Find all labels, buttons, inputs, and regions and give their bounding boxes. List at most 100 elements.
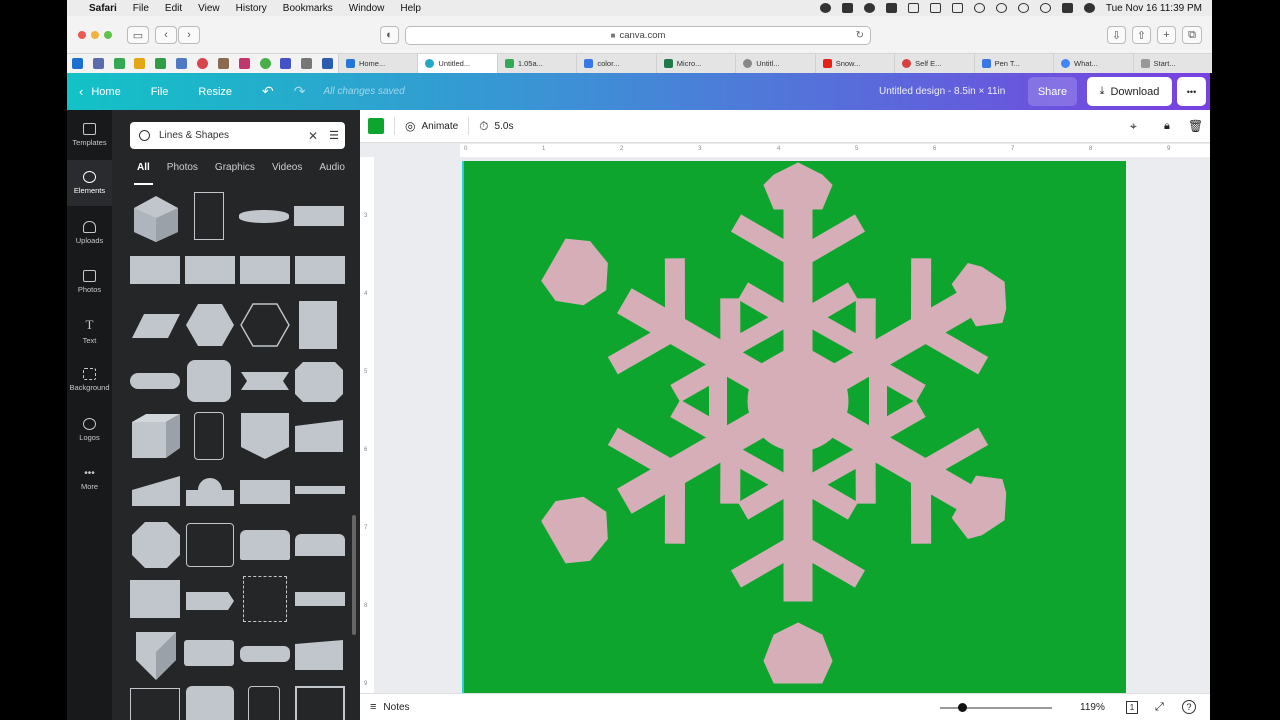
pinned-tab-classroom[interactable] xyxy=(130,54,151,73)
bluetooth-icon[interactable] xyxy=(929,3,941,13)
shape-octagon[interactable] xyxy=(130,520,182,570)
help-icon[interactable]: ? xyxy=(1182,700,1196,714)
redo-icon[interactable]: ↷ xyxy=(294,83,306,100)
download-button[interactable]: ⤓ Download xyxy=(1087,77,1172,106)
design-canvas[interactable] xyxy=(462,161,1126,693)
notes-button[interactable]: Notes xyxy=(383,702,409,713)
page-count-icon[interactable]: 1 xyxy=(1126,700,1138,714)
shape-hexagon-outline[interactable] xyxy=(239,302,291,348)
pinned-tab-link[interactable] xyxy=(296,54,317,73)
sidebar-toggle-button[interactable]: ▭ xyxy=(127,26,149,44)
siri-icon[interactable] xyxy=(1083,3,1095,13)
wifi-icon[interactable] xyxy=(973,3,985,13)
shape-corner-frame[interactable] xyxy=(295,686,345,720)
rail-item-logos[interactable]: Logos xyxy=(67,407,112,453)
shape-panel[interactable] xyxy=(240,480,290,504)
menu-history[interactable]: History xyxy=(236,3,267,14)
shape-frame-outline[interactable] xyxy=(186,523,234,567)
tab-home[interactable]: Home... xyxy=(337,54,418,73)
fullscreen-icon[interactable]: ⤢ xyxy=(1155,701,1164,714)
tab-graphics[interactable]: Graphics xyxy=(215,162,255,173)
new-tab-button[interactable]: + xyxy=(1157,26,1176,44)
shape-cube[interactable] xyxy=(130,194,182,244)
pinned-tab-drive[interactable] xyxy=(109,54,130,73)
close-window-button[interactable] xyxy=(78,31,86,39)
home-button[interactable]: Home xyxy=(91,86,120,98)
shape-dashed-frame[interactable] xyxy=(243,576,287,622)
camera-icon[interactable] xyxy=(841,3,853,13)
gmail-icon[interactable] xyxy=(885,3,897,13)
shape-pill-callout[interactable] xyxy=(240,646,290,662)
shape-callout-rect-2[interactable] xyxy=(240,256,290,284)
minimize-window-button[interactable] xyxy=(91,31,99,39)
color-swatch[interactable] xyxy=(368,118,384,134)
shape-callout-rect-3[interactable] xyxy=(295,256,345,284)
rail-item-more[interactable]: ••• More xyxy=(67,456,112,502)
share-button[interactable]: Share xyxy=(1028,77,1077,106)
share-page-button[interactable]: ⇧ xyxy=(1132,26,1151,44)
shape-hexagon[interactable] xyxy=(184,302,236,348)
paint-roller-icon[interactable]: ⌖ xyxy=(1130,119,1137,134)
volume-icon[interactable] xyxy=(907,3,919,13)
shape-octagon-wide[interactable] xyxy=(293,360,345,404)
zoom-slider[interactable] xyxy=(940,707,1052,709)
tab-audio[interactable]: Audio xyxy=(319,162,345,173)
duration-button[interactable]: ⏱ 5.0s xyxy=(479,119,513,134)
menu-edit[interactable]: Edit xyxy=(165,3,182,14)
menu-window[interactable]: Window xyxy=(349,3,385,14)
forward-button[interactable]: › xyxy=(178,26,200,44)
tab-105a[interactable]: 1.05a... xyxy=(496,54,577,73)
pinned-tab-drive-2[interactable] xyxy=(150,54,171,73)
shape-wavy-rect[interactable] xyxy=(130,580,180,618)
tab-start[interactable]: Start... xyxy=(1132,54,1212,73)
shape-ticket[interactable] xyxy=(186,686,234,720)
shape-speech-rect[interactable] xyxy=(184,640,234,666)
downloads-button[interactable]: ⇩ xyxy=(1107,26,1126,44)
spotlight-icon[interactable] xyxy=(1039,3,1051,13)
tab-videos[interactable]: Videos xyxy=(272,162,302,173)
menu-file[interactable]: File xyxy=(133,3,149,14)
search-input[interactable]: Lines & Shapes xyxy=(159,130,303,141)
tab-snow[interactable]: Snow... xyxy=(814,54,895,73)
shape-ramp[interactable] xyxy=(130,474,182,508)
tab-what[interactable]: What... xyxy=(1053,54,1133,73)
menu-bookmarks[interactable]: Bookmarks xyxy=(283,3,333,14)
tab-pen[interactable]: Pen T... xyxy=(973,54,1054,73)
shape-trapezoid[interactable] xyxy=(293,418,345,454)
zoom-level[interactable]: 119% xyxy=(1080,702,1105,713)
rail-item-text[interactable]: T Text xyxy=(67,308,112,354)
shape-tall-outline[interactable] xyxy=(194,412,224,460)
tab-photos[interactable]: Photos xyxy=(167,162,198,173)
user-icon[interactable] xyxy=(995,3,1007,13)
shape-gem[interactable] xyxy=(130,630,182,682)
record-icon[interactable] xyxy=(819,3,831,13)
shape-cylinder[interactable] xyxy=(130,373,180,389)
elements-search[interactable]: Lines & Shapes ✕ ☰ xyxy=(130,122,345,149)
shape-slab[interactable] xyxy=(294,206,344,226)
tab-all[interactable]: All xyxy=(134,162,153,185)
notes-icon[interactable]: ≡ xyxy=(370,701,376,713)
zoom-slider-handle[interactable] xyxy=(958,703,968,712)
design-title[interactable]: Untitled design - 8.5in × 11in xyxy=(879,86,1005,97)
snowflake-graphic[interactable] xyxy=(464,161,1126,693)
shape-parallelogram[interactable] xyxy=(130,312,182,340)
pinned-tab-bars[interactable] xyxy=(317,54,338,73)
clear-search-icon[interactable]: ✕ xyxy=(303,129,323,143)
tab-color[interactable]: color... xyxy=(576,54,656,73)
rail-item-background[interactable]: Background xyxy=(67,357,112,403)
shape-tall-frame[interactable] xyxy=(194,192,224,240)
rail-item-templates[interactable]: Templates xyxy=(67,112,112,158)
shape-rounded-badge[interactable] xyxy=(187,360,231,402)
tab-micro[interactable]: Micro... xyxy=(655,54,736,73)
pinned-tab-chart[interactable] xyxy=(171,54,192,73)
menubar-clock[interactable]: Tue Nov 16 11:39 PM xyxy=(1106,3,1202,14)
resize-button[interactable]: Resize xyxy=(198,86,232,98)
animate-button[interactable]: ◎ Animate xyxy=(405,119,458,133)
control-center-icon[interactable] xyxy=(1061,3,1073,13)
tab-overview-button[interactable]: ⧉ xyxy=(1182,26,1202,44)
pinned-tab-outlook[interactable] xyxy=(67,54,88,73)
tab-untitled-canva[interactable]: Untitled... xyxy=(417,54,497,73)
shape-callout-rect[interactable] xyxy=(185,256,235,284)
tab-self[interactable]: Self E... xyxy=(894,54,974,73)
filter-icon[interactable]: ☰ xyxy=(323,129,345,142)
